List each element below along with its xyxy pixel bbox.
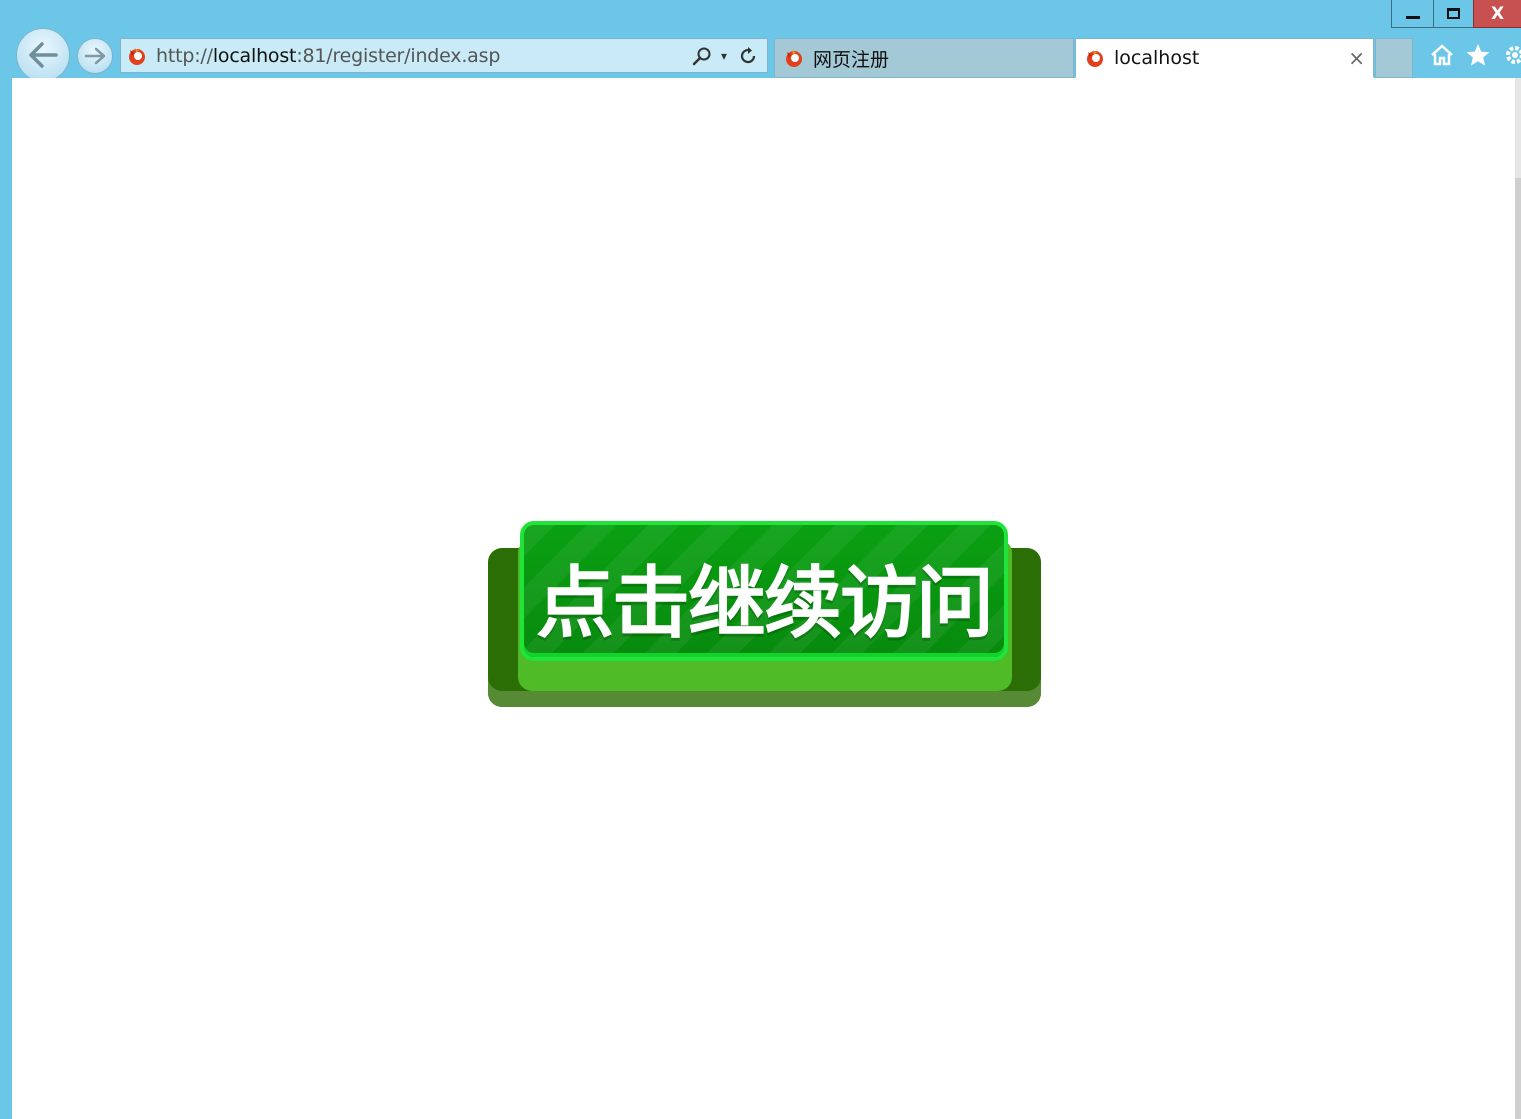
firefox-favicon-icon: [1084, 47, 1106, 69]
home-button[interactable]: [1427, 40, 1457, 70]
maximize-button[interactable]: [1433, 0, 1473, 28]
tab-label: 网页注册: [813, 48, 890, 71]
url-host: localhost: [212, 44, 297, 67]
refresh-button[interactable]: [733, 41, 763, 71]
window-left-frame: [0, 78, 12, 1119]
continue-visit-button[interactable]: 点击继续访问: [488, 521, 1041, 707]
url-prefix: http://: [156, 44, 213, 67]
continue-visit-label: 点击继续访问: [535, 559, 994, 649]
settings-button[interactable]: [1500, 40, 1521, 70]
address-dropdown-button[interactable]: ▾: [715, 41, 733, 71]
forward-button[interactable]: [77, 38, 113, 74]
refresh-icon: [740, 46, 756, 63]
address-url[interactable]: http://localhost:81/register/index.asp: [156, 45, 689, 67]
window-controls: X: [1391, 0, 1521, 28]
magnifier-icon: [692, 47, 711, 65]
maximize-icon: [1447, 8, 1460, 19]
gear-icon: [1506, 46, 1521, 64]
firefox-favicon-icon: [126, 45, 148, 67]
tab-register[interactable]: 网页注册: [774, 38, 1074, 78]
home-icon: [1431, 44, 1453, 66]
vertical-scrollbar[interactable]: [1515, 78, 1521, 1119]
tab-label: localhost: [1114, 47, 1200, 69]
window-close-icon: X: [1490, 3, 1505, 24]
page-viewport: 点击继续访问: [12, 78, 1515, 1119]
window-close-button[interactable]: X: [1473, 0, 1521, 28]
arrow-left-icon: [29, 42, 58, 68]
back-button[interactable]: [16, 28, 70, 82]
scrollbar-thumb[interactable]: [1515, 178, 1521, 1119]
search-button[interactable]: [689, 41, 715, 71]
address-bar[interactable]: http://localhost:81/register/index.asp ▾: [120, 38, 768, 73]
minimize-icon: [1405, 16, 1420, 19]
favorites-button[interactable]: [1463, 40, 1493, 70]
new-tab-button[interactable]: [1375, 38, 1413, 78]
firefox-favicon-icon: [783, 47, 805, 69]
url-path: :81/register/index.asp: [296, 44, 501, 67]
arrow-right-icon: [84, 47, 106, 65]
minimize-button[interactable]: [1391, 0, 1433, 28]
button-face[interactable]: 点击继续访问: [520, 521, 1008, 661]
tab-localhost[interactable]: localhost ×: [1075, 38, 1374, 78]
star-icon: [1466, 44, 1490, 66]
tab-close-icon[interactable]: ×: [1348, 47, 1365, 69]
